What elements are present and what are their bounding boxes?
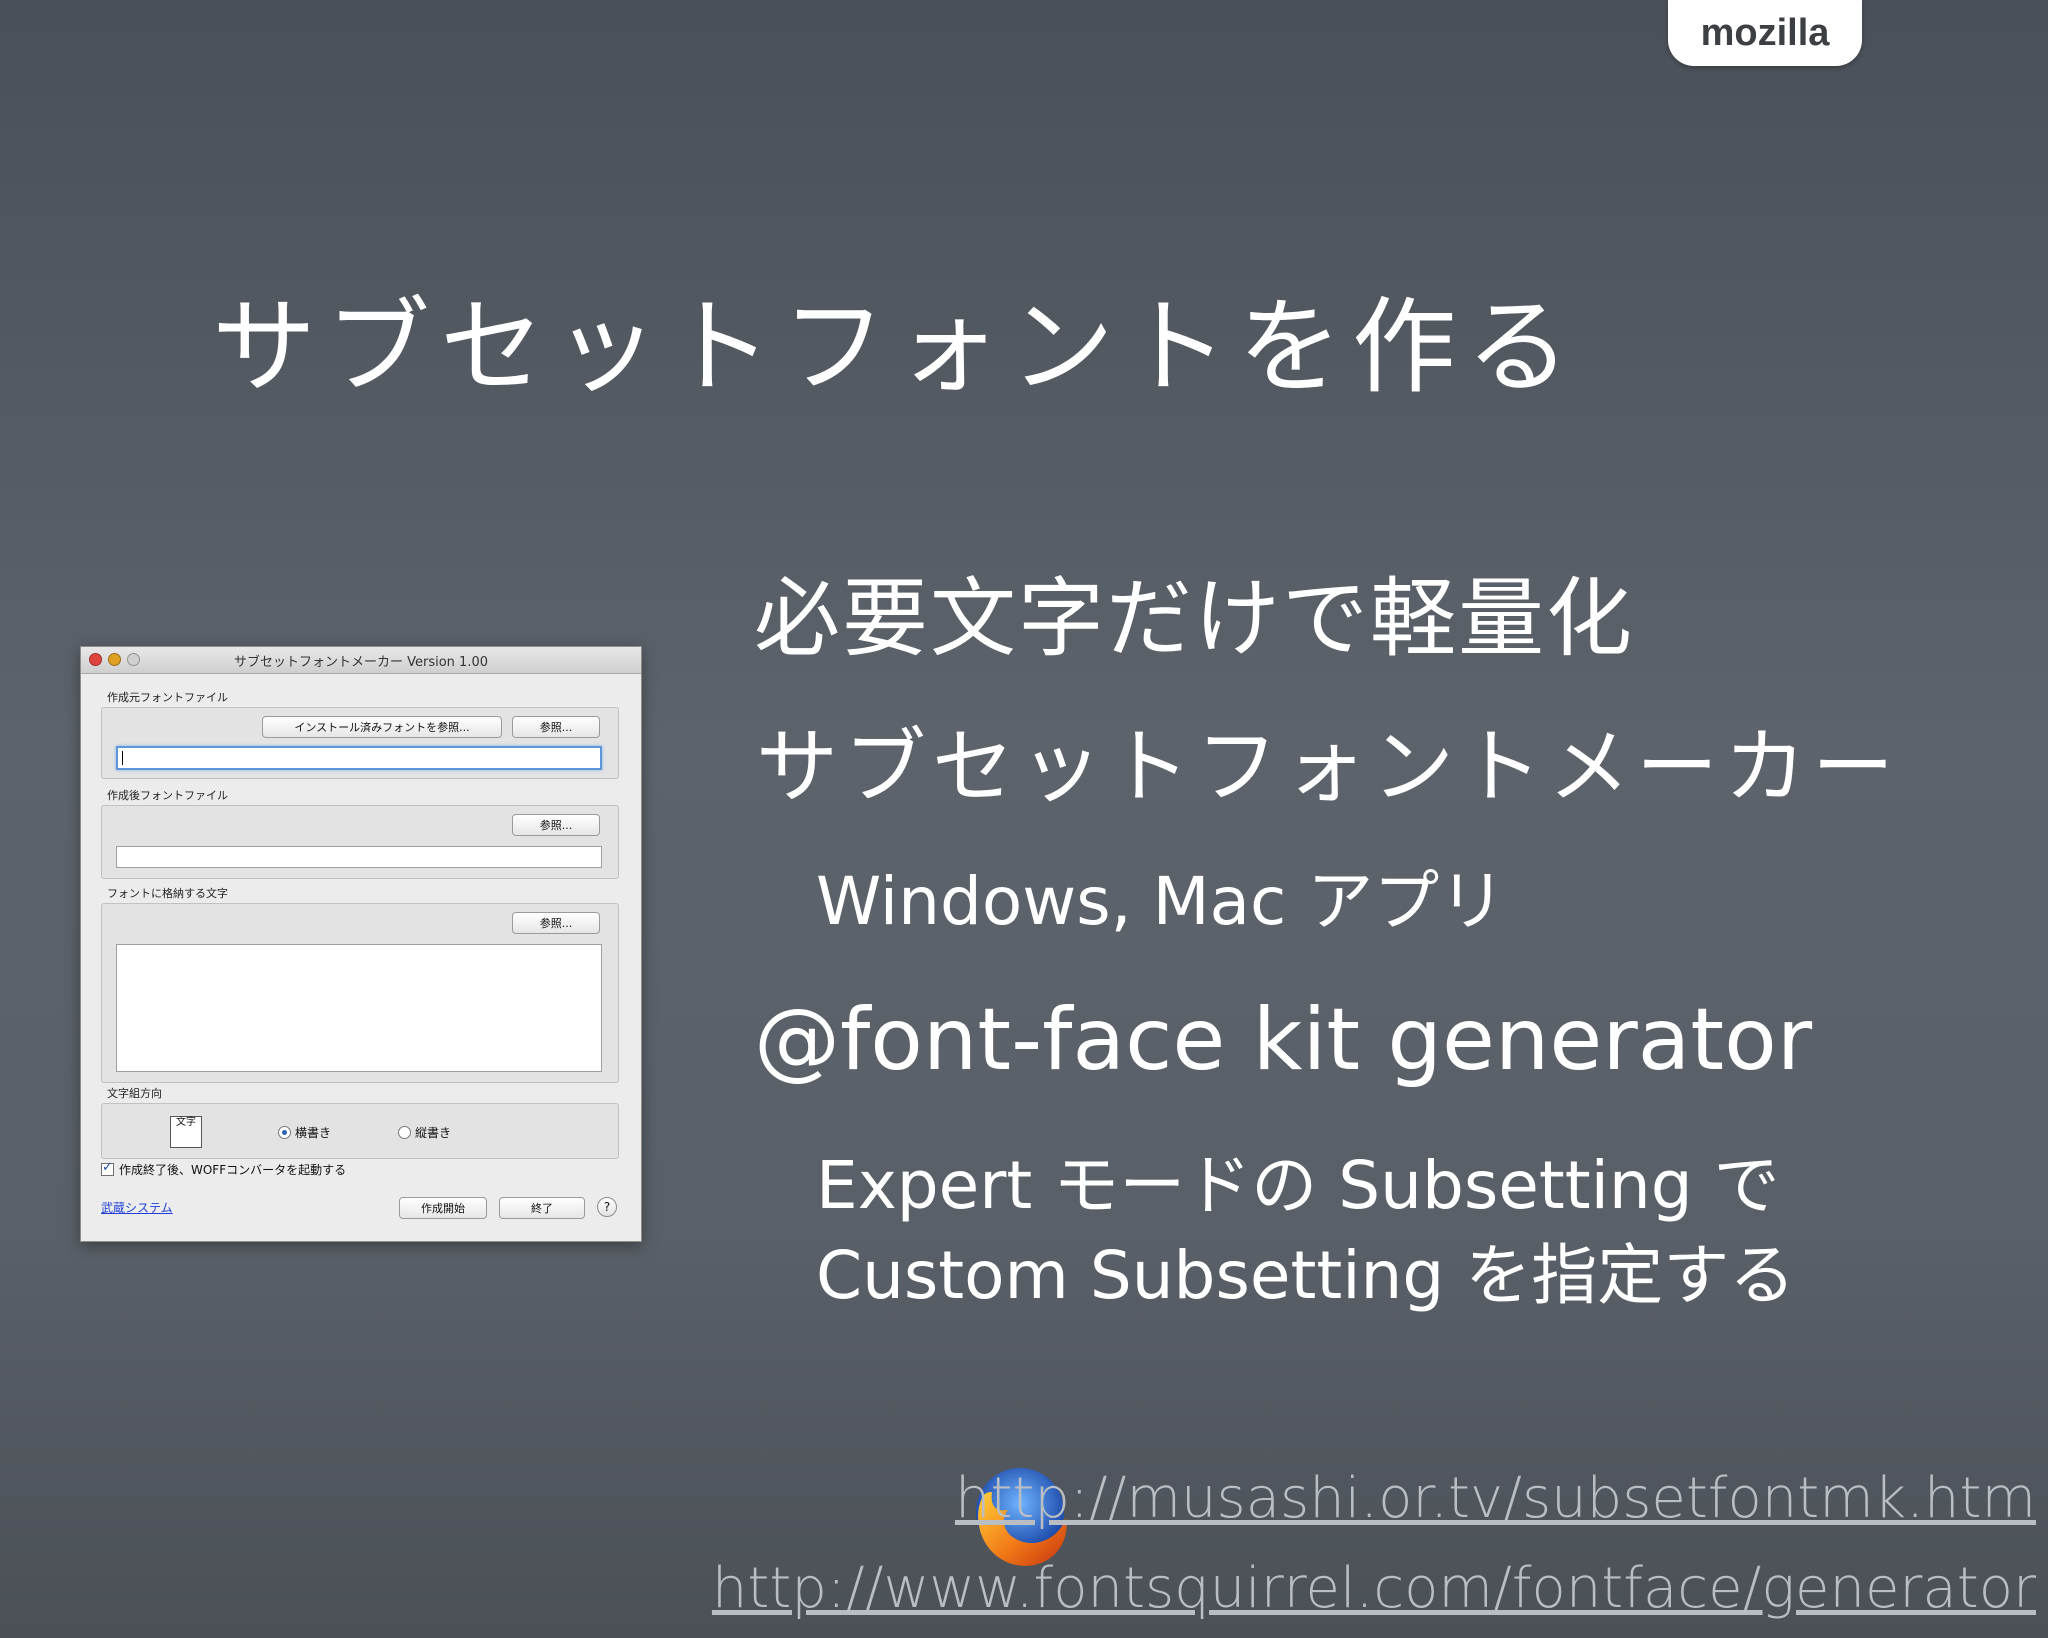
- start-button[interactable]: 作成開始: [399, 1197, 487, 1219]
- dest-font-group: 参照...: [101, 805, 619, 879]
- source-font-label: 作成元フォントファイル: [107, 691, 228, 704]
- woff-converter-checkbox[interactable]: [101, 1160, 114, 1176]
- vertical-radio-label: 縦書き: [415, 1126, 452, 1140]
- text-caret: [122, 751, 123, 765]
- slide-title: サブセットフォントを作る: [212, 286, 1581, 408]
- bullet-fontface-kit: @font-face kit generator: [754, 990, 1813, 1090]
- exit-button[interactable]: 終了: [499, 1197, 585, 1219]
- bullet-windows-mac: Windows, Mac アプリ: [816, 863, 1506, 940]
- bullet-expert-mode: Expert モードの Subsetting で: [816, 1147, 1780, 1224]
- zoom-window-button[interactable]: [127, 653, 140, 666]
- minimize-window-button[interactable]: [108, 653, 121, 666]
- source-font-group: インストール済みフォントを参照... 参照...: [101, 707, 619, 779]
- dest-font-path-field[interactable]: [116, 846, 602, 868]
- window-controls: [89, 653, 140, 666]
- bullet-subset-font-maker: サブセットフォントメーカー: [756, 720, 1901, 815]
- woff-converter-label: 作成終了後、WOFFコンバータを起動する: [119, 1163, 347, 1177]
- window-title: サブセットフォントメーカー Version 1.00: [233, 654, 488, 670]
- subset-font-maker-window: サブセットフォントメーカー Version 1.00 作成元フォントファイル イ…: [80, 646, 642, 1242]
- window-titlebar: サブセットフォントメーカー Version 1.00: [81, 647, 641, 674]
- vertical-radio[interactable]: 縦書き: [398, 1124, 451, 1141]
- direction-label: 文字組方向: [107, 1087, 162, 1100]
- horizontal-radio[interactable]: 横書き: [278, 1124, 331, 1141]
- mozilla-brand-tab: mozilla: [1668, 0, 1862, 66]
- browse-installed-fonts-button[interactable]: インストール済みフォントを参照...: [262, 716, 502, 738]
- radio-unselected-icon: [398, 1126, 411, 1139]
- subsetfontmk-link[interactable]: http://musashi.or.tv/subsetfontmk.htm: [955, 1466, 2036, 1531]
- help-button[interactable]: ?: [597, 1197, 617, 1217]
- chars-label: フォントに格納する文字: [107, 887, 228, 900]
- dest-font-label: 作成後フォントファイル: [107, 789, 228, 802]
- close-window-button[interactable]: [89, 653, 102, 666]
- bullet-custom-subsetting: Custom Subsetting を指定する: [816, 1237, 1796, 1314]
- browse-source-button[interactable]: 参照...: [512, 716, 600, 738]
- bullet-lightweight: 必要文字だけで軽量化: [754, 569, 1634, 669]
- direction-group: 文字 横書き 縦書き: [101, 1103, 619, 1159]
- source-font-path-field[interactable]: [116, 746, 602, 770]
- fontsquirrel-link[interactable]: http://www.fontsquirrel.com/fontface/gen…: [712, 1556, 2036, 1621]
- chars-textarea[interactable]: [116, 944, 602, 1072]
- browse-dest-button[interactable]: 参照...: [512, 814, 600, 836]
- text-direction-icon: 文字: [170, 1116, 202, 1148]
- musashi-system-link[interactable]: 武蔵システム: [101, 1199, 173, 1216]
- chars-group: 参照...: [101, 903, 619, 1083]
- browse-chars-button[interactable]: 参照...: [512, 912, 600, 934]
- horizontal-radio-label: 横書き: [295, 1126, 332, 1140]
- woff-converter-checkbox-row[interactable]: 作成終了後、WOFFコンバータを起動する: [101, 1160, 347, 1178]
- radio-selected-icon: [278, 1126, 291, 1139]
